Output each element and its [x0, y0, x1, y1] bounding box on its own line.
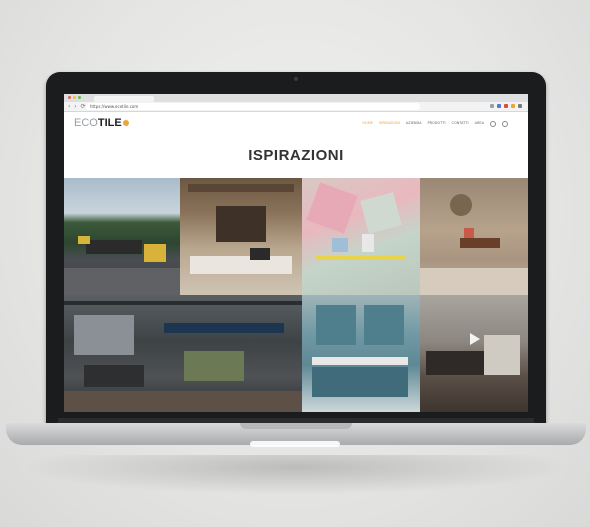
menu-item-prodotti[interactable]: PRODOTTI	[428, 121, 446, 127]
address-bar[interactable]: https://www.ecotile.com	[86, 103, 420, 110]
laptop-screen: ‹ › ⟳ https://www.ecotile.com ECOTILE HO…	[64, 94, 528, 412]
laptop-front-highlight	[250, 441, 340, 447]
extension-icons	[490, 104, 522, 108]
browser-nav-buttons[interactable]: ‹ › ⟳	[68, 103, 87, 110]
inspiration-gallery	[64, 178, 528, 412]
menu-item-contatti[interactable]: CONTATTI	[452, 121, 469, 127]
logo-mark-icon	[122, 120, 129, 127]
gallery-image-industrial-loft[interactable]	[64, 295, 302, 412]
window-controls	[68, 96, 81, 99]
webcam-icon	[294, 77, 298, 81]
laptop-shadow	[20, 455, 570, 495]
menu-item-ispirazioni[interactable]: ISPIRAZIONI	[379, 121, 400, 127]
laptop-lid: ‹ › ⟳ https://www.ecotile.com ECOTILE HO…	[46, 72, 546, 427]
minimize-window-icon[interactable]	[73, 96, 76, 99]
gallery-image-pastel-wall[interactable]	[302, 178, 420, 295]
menu-item-azienda[interactable]: AZIENDA	[406, 121, 422, 127]
extension-icon[interactable]	[490, 104, 494, 108]
gallery-image-rustic-kitchen[interactable]	[180, 178, 302, 295]
gallery-image-blue-kitchen[interactable]	[302, 295, 420, 412]
browser-menu-icon[interactable]	[518, 104, 522, 108]
play-icon[interactable]	[470, 333, 480, 345]
close-window-icon[interactable]	[68, 96, 71, 99]
site-logo[interactable]: ECOTILE	[74, 117, 129, 129]
search-icon[interactable]	[490, 121, 496, 127]
page-title: ISPIRAZIONI	[248, 147, 344, 164]
laptop-notch	[240, 423, 352, 429]
gallery-video-living-room[interactable]	[420, 295, 528, 412]
browser-tabbar	[64, 94, 528, 102]
extension-icon[interactable]	[504, 104, 508, 108]
menu-item-area[interactable]: AREA	[475, 121, 484, 127]
gallery-image-vintage-dining[interactable]	[420, 178, 528, 295]
menu-item-home[interactable]: HOME	[362, 121, 373, 127]
site-menu: HOME ISPIRAZIONI AZIENDA PRODOTTI CONTAT…	[362, 121, 508, 127]
browser-toolbar: ‹ › ⟳ https://www.ecotile.com	[64, 102, 528, 112]
extension-icon[interactable]	[511, 104, 515, 108]
site-header: ECOTILE HOME ISPIRAZIONI AZIENDA PRODOTT…	[64, 112, 528, 134]
extension-icon[interactable]	[497, 104, 501, 108]
cart-icon[interactable]	[502, 121, 508, 127]
logo-eco-text: ECO	[74, 117, 98, 129]
gallery-image-outdoor-patio[interactable]	[64, 178, 180, 295]
maximize-window-icon[interactable]	[78, 96, 81, 99]
logo-tile-text: TILE	[97, 117, 122, 129]
